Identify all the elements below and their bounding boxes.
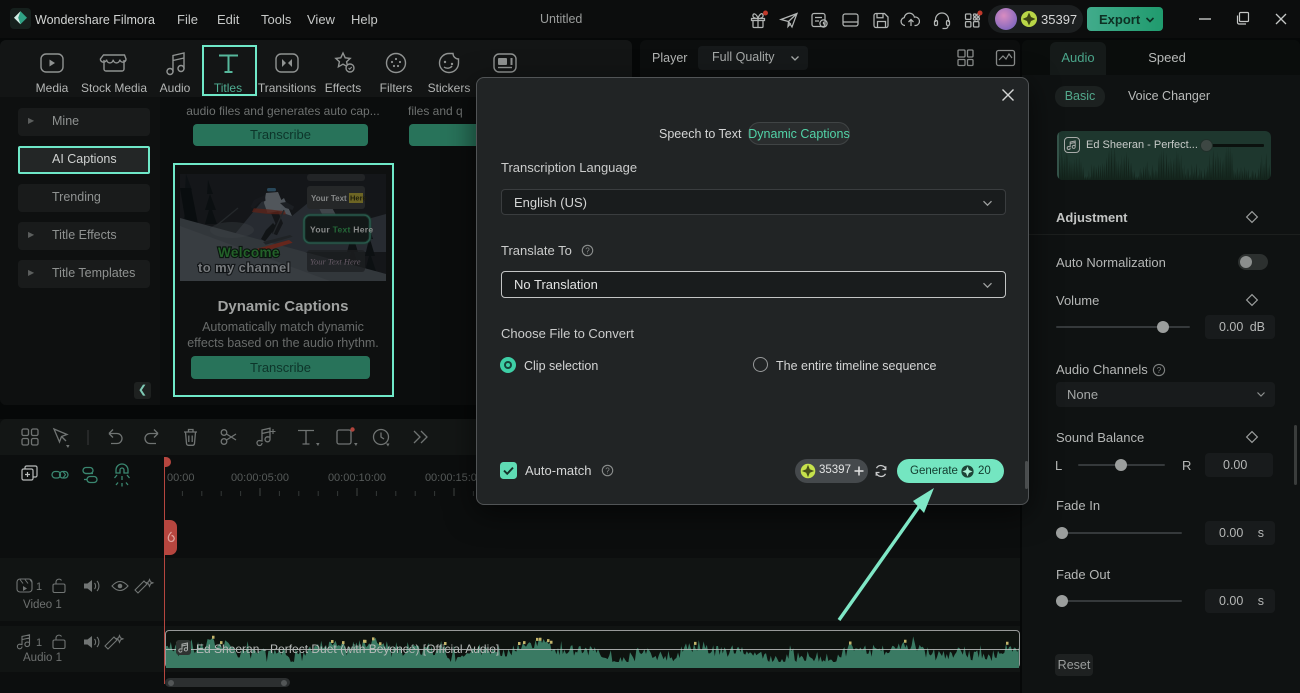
svg-text:?: ? (585, 246, 590, 255)
svg-text:?: ? (1157, 366, 1162, 375)
svg-text:?: ? (605, 466, 610, 475)
svg-text:1: 1 (36, 637, 42, 649)
svg-text:1: 1 (36, 581, 42, 593)
